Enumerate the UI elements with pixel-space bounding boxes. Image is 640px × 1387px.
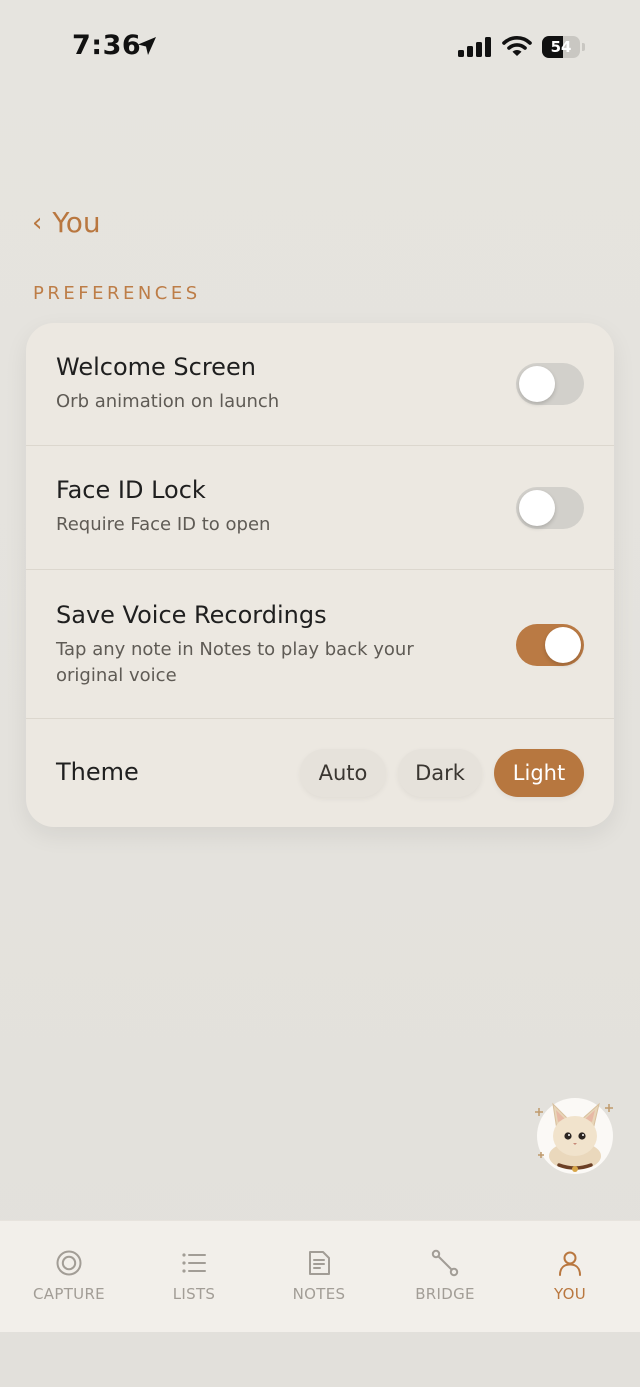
toggle-knob bbox=[519, 490, 555, 526]
preference-row-theme: Theme Auto Dark Light bbox=[26, 719, 614, 827]
list-icon bbox=[182, 1253, 206, 1273]
preference-row-face-id-lock: Face ID Lock Require Face ID to open bbox=[26, 446, 614, 570]
tab-label: NOTES bbox=[292, 1285, 346, 1303]
preference-subtitle: Orb animation on launch bbox=[56, 391, 280, 412]
tab-label: YOU bbox=[553, 1285, 587, 1303]
theme-option-dark[interactable]: Dark bbox=[398, 749, 482, 797]
tab-label: LISTS bbox=[172, 1285, 216, 1303]
toggle-knob bbox=[519, 366, 555, 402]
capture-icon bbox=[56, 1250, 82, 1276]
status-bar: 7:36 54 bbox=[0, 0, 640, 94]
cellular-signal-icon bbox=[458, 37, 491, 57]
toggle-knob bbox=[545, 627, 581, 663]
tab-lists[interactable]: LISTS bbox=[130, 1221, 258, 1332]
preference-subtitle: Tap any note in Notes to play back your … bbox=[56, 639, 414, 686]
theme-option-light[interactable]: Light bbox=[494, 749, 584, 797]
battery-indicator: 54 bbox=[542, 36, 586, 58]
tab-bar: CAPTURE LISTS NOTES BRIDGE YOU bbox=[0, 1220, 640, 1332]
preference-title: Save Voice Recordings bbox=[56, 601, 327, 629]
theme-label: Theme bbox=[56, 758, 139, 786]
tab-label: CAPTURE bbox=[33, 1285, 105, 1303]
face-id-lock-toggle[interactable] bbox=[516, 487, 584, 529]
tab-notes[interactable]: NOTES bbox=[255, 1221, 383, 1332]
location-arrow-icon bbox=[138, 37, 156, 55]
preference-row-welcome-screen: Welcome Screen Orb animation on launch bbox=[26, 323, 614, 446]
tab-label: BRIDGE bbox=[415, 1285, 475, 1303]
tab-you[interactable]: YOU bbox=[506, 1221, 634, 1332]
wifi-icon bbox=[502, 36, 532, 56]
battery-percent: 54 bbox=[550, 38, 572, 56]
save-voice-recordings-toggle[interactable] bbox=[516, 624, 584, 666]
preference-subtitle: Require Face ID to open bbox=[56, 514, 271, 535]
preference-title: Face ID Lock bbox=[56, 476, 206, 504]
theme-option-auto[interactable]: Auto bbox=[300, 749, 386, 797]
back-label: You bbox=[52, 206, 101, 239]
bridge-icon bbox=[431, 1249, 459, 1277]
tab-capture[interactable]: CAPTURE bbox=[5, 1221, 133, 1332]
status-time: 7:36 bbox=[72, 30, 142, 61]
person-icon bbox=[559, 1251, 581, 1276]
section-header: PREFERENCES bbox=[33, 283, 201, 304]
back-button[interactable]: ‹ You bbox=[32, 206, 101, 239]
chevron-left-icon: ‹ bbox=[32, 207, 43, 238]
preference-row-save-voice-recordings: Save Voice Recordings Tap any note in No… bbox=[26, 570, 614, 719]
welcome-screen-toggle[interactable] bbox=[516, 363, 584, 405]
preference-title: Welcome Screen bbox=[56, 353, 256, 381]
preferences-card: Welcome Screen Orb animation on launch F… bbox=[26, 323, 614, 827]
notes-icon bbox=[309, 1251, 330, 1275]
tab-bridge[interactable]: BRIDGE bbox=[381, 1221, 509, 1332]
cat-mascot-button[interactable] bbox=[533, 1092, 617, 1176]
